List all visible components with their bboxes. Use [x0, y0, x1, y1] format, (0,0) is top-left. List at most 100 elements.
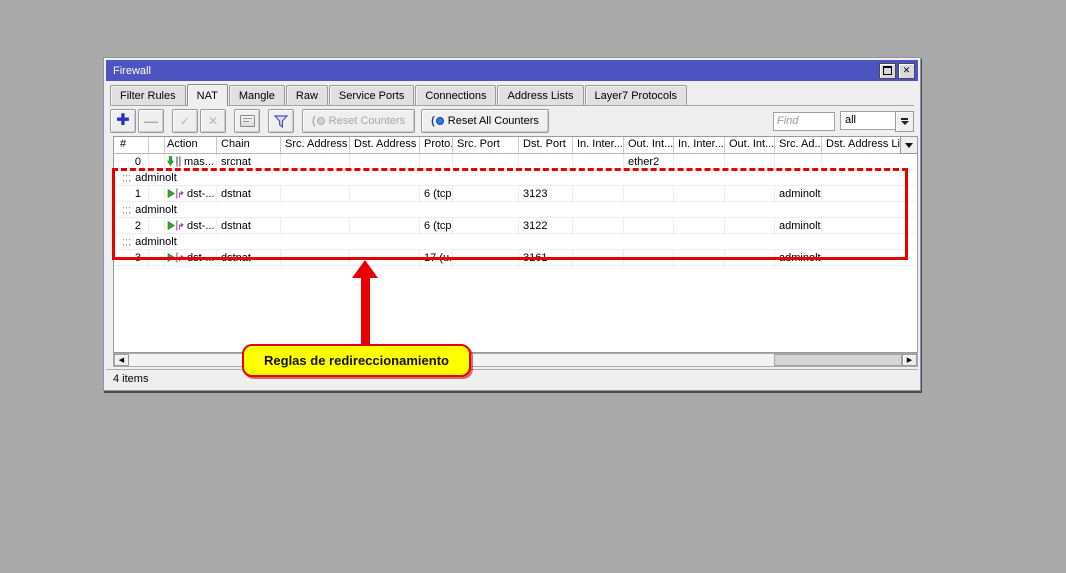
column-header-dst_port[interactable]: Dst. Port	[519, 137, 573, 153]
cell-out_interface	[624, 250, 674, 265]
cell-dst_address	[350, 154, 420, 169]
toolbar: ✚ — ✓ ✕ ( Reset Counters ( Reset All Cou…	[110, 108, 914, 134]
column-header-src_address_list[interactable]: Src. Ad...	[775, 137, 822, 153]
scroll-right-button[interactable]: ▶	[902, 354, 917, 366]
cell-dst_address_list	[822, 218, 908, 233]
column-header-in_interface[interactable]: In. Inter...	[573, 137, 624, 153]
cell-num: 1	[114, 186, 149, 201]
cell-in_interface	[573, 250, 624, 265]
column-select-button[interactable]	[900, 137, 917, 154]
column-header-action[interactable]: Action	[165, 137, 217, 153]
table-body: 0mas...srcnatether2;;;adminolt1dst-...ds…	[114, 154, 917, 266]
column-header-in_interface_2[interactable]: In. Inter...	[674, 137, 725, 153]
comment-button[interactable]	[234, 109, 260, 133]
annotation-arrow	[361, 276, 370, 345]
comment-row[interactable]: ;;;adminolt	[114, 170, 917, 186]
dropdown-bar-icon	[901, 118, 908, 120]
table-row[interactable]: 3dst-...dstnat17 (u...3161adminolt	[114, 250, 917, 266]
minus-icon: —	[144, 114, 158, 128]
filter-scope-combobox[interactable]: all	[840, 111, 914, 132]
tabstrip: Filter Rules NAT Mangle Raw Service Port…	[110, 84, 914, 106]
cell-dst_port: 3122	[519, 218, 573, 233]
funnel-icon	[274, 115, 288, 128]
scroll-left-button[interactable]: ◀	[114, 354, 129, 366]
dropdown-arrow-icon	[901, 121, 909, 125]
horizontal-scrollbar[interactable]: ◀ ▶	[113, 353, 918, 367]
scope-dropdown-button[interactable]	[895, 111, 914, 132]
cell-num: 0	[114, 154, 149, 169]
filter-button[interactable]	[268, 109, 294, 133]
tab-raw[interactable]: Raw	[286, 85, 328, 105]
tab-layer7-protocols[interactable]: Layer7 Protocols	[585, 85, 688, 105]
comment-prefix: ;;;	[122, 204, 131, 216]
cell-chain: dstnat	[217, 218, 281, 233]
cell-in_interface	[573, 154, 624, 169]
cell-protocol: 6 (tcp)	[420, 218, 453, 233]
column-header-src_address[interactable]: Src. Address	[281, 137, 350, 153]
cell-action: mas...	[165, 154, 217, 169]
column-header-flags[interactable]	[149, 137, 165, 153]
cell-protocol: 17 (u...	[420, 250, 453, 265]
comment-row[interactable]: ;;;adminolt	[114, 234, 917, 250]
find-input[interactable]	[773, 112, 835, 131]
cell-src_address	[281, 250, 350, 265]
table-row[interactable]: 1dst-...dstnat6 (tcp)3123adminolt	[114, 186, 917, 202]
tab-mangle[interactable]: Mangle	[229, 85, 285, 105]
column-header-protocol[interactable]: Proto...	[420, 137, 453, 153]
comment-icon	[240, 115, 255, 127]
cell-flags	[149, 154, 165, 169]
column-header-out_interface_2[interactable]: Out. Int...	[725, 137, 775, 153]
tab-service-ports[interactable]: Service Ports	[329, 85, 414, 105]
cell-in_interface_2	[674, 218, 725, 233]
disable-rule-button[interactable]: ✕	[200, 109, 226, 133]
tab-nat[interactable]: NAT	[187, 84, 228, 106]
tab-connections[interactable]: Connections	[415, 85, 496, 105]
cell-dst_address_list	[822, 154, 908, 169]
chevron-down-icon	[905, 143, 913, 148]
add-rule-button[interactable]: ✚	[110, 109, 136, 133]
cell-out_interface	[624, 218, 674, 233]
column-header-chain[interactable]: Chain	[217, 137, 281, 153]
comment-row[interactable]: ;;; adminolt	[114, 202, 917, 218]
tab-address-lists[interactable]: Address Lists	[497, 85, 583, 105]
cell-src_address	[281, 218, 350, 233]
cell-dst_port	[519, 154, 573, 169]
cell-chain: dstnat	[217, 250, 281, 265]
comment-text: adminolt	[135, 204, 177, 216]
maximize-button[interactable]	[879, 63, 896, 79]
close-button[interactable]: ✕	[898, 63, 915, 79]
dst-nat-icon	[167, 188, 184, 199]
cell-in_interface	[573, 186, 624, 201]
column-header-dst_address_list[interactable]: Dst. Address Lis	[822, 137, 908, 153]
remove-rule-button[interactable]: —	[138, 109, 164, 133]
titlebar[interactable]: Firewall ✕	[106, 60, 918, 81]
cell-in_interface_2	[674, 250, 725, 265]
cell-dst_address_list	[822, 250, 908, 265]
firewall-window: Firewall ✕ Filter Rules NAT Mangle Raw S…	[103, 57, 921, 391]
tab-filter-rules[interactable]: Filter Rules	[110, 85, 186, 105]
scrollbar-thumb[interactable]	[774, 354, 902, 366]
cell-out_interface_2	[725, 218, 775, 233]
cell-chain: srcnat	[217, 154, 281, 169]
column-header-src_port[interactable]: Src. Port	[453, 137, 519, 153]
cell-src_address_list: adminolt	[775, 218, 822, 233]
cell-chain: dstnat	[217, 186, 281, 201]
cell-dst_port: 3123	[519, 186, 573, 201]
table-row[interactable]: 0mas...srcnatether2	[114, 154, 917, 170]
table-row[interactable]: 2dst-...dstnat6 (tcp)3122adminolt	[114, 218, 917, 234]
cell-in_interface_2	[674, 186, 725, 201]
cell-flags	[149, 250, 165, 265]
items-count: 4 items	[113, 373, 148, 385]
reset-counters-label: Reset Counters	[329, 115, 405, 127]
cell-src_address_list	[775, 154, 822, 169]
enable-rule-button[interactable]: ✓	[172, 109, 198, 133]
cell-dst_address	[350, 186, 420, 201]
column-header-out_interface[interactable]: Out. Int...	[624, 137, 674, 153]
cell-protocol	[420, 154, 453, 169]
cell-dst_port: 3161	[519, 250, 573, 265]
reset-counters-button[interactable]: ( Reset Counters	[302, 109, 415, 133]
column-header-num[interactable]: #	[114, 137, 149, 153]
plus-icon: ✚	[116, 113, 129, 129]
column-header-dst_address[interactable]: Dst. Address	[350, 137, 420, 153]
reset-all-counters-button[interactable]: ( Reset All Counters	[421, 109, 549, 133]
